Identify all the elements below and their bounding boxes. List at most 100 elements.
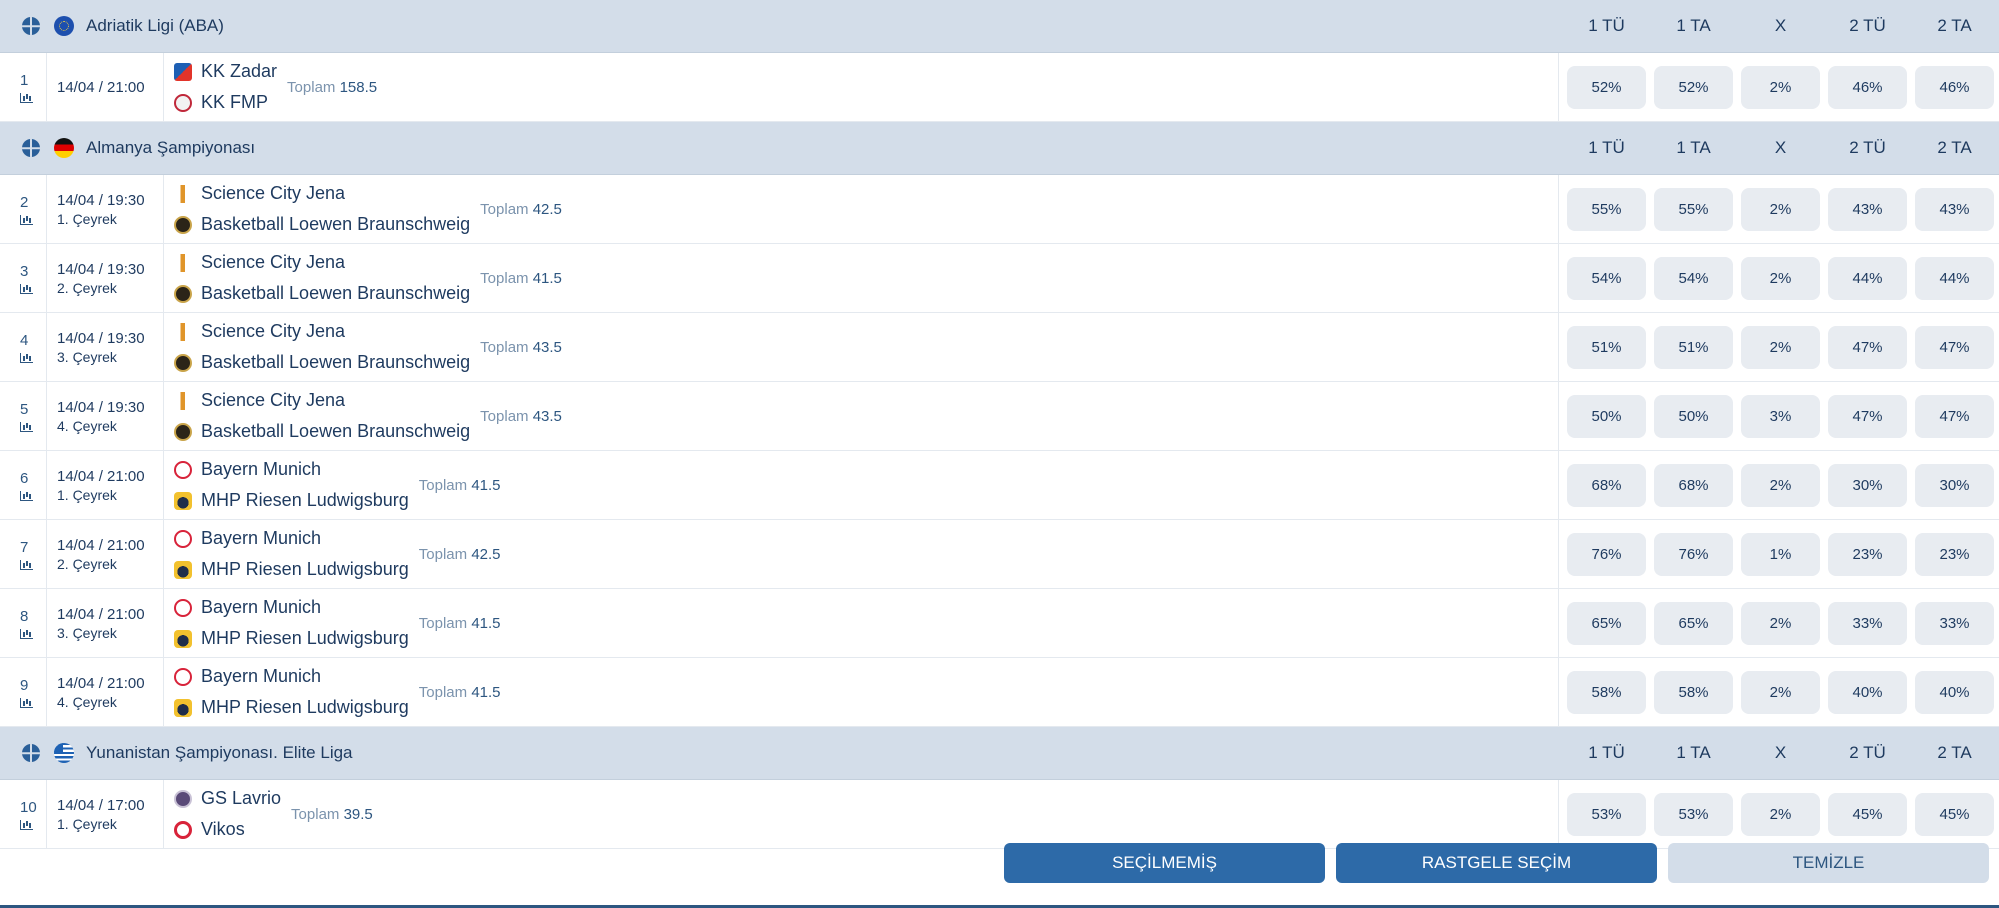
match-period: 3. Çeyrek [57, 624, 117, 641]
odd-button[interactable]: 46% [1828, 65, 1907, 109]
odd-button[interactable]: 50% [1567, 394, 1646, 438]
stats-chart-icon[interactable] [20, 559, 33, 570]
odd-button[interactable]: 55% [1567, 187, 1646, 231]
odd-button[interactable]: 54% [1654, 256, 1733, 300]
odd-button[interactable]: 43% [1828, 187, 1907, 231]
odd-button[interactable]: 51% [1654, 325, 1733, 369]
odd-button[interactable]: 2% [1741, 65, 1820, 109]
odd-button[interactable]: 53% [1567, 792, 1646, 836]
odd-button[interactable]: 52% [1654, 65, 1733, 109]
clear-button[interactable]: TEMİZLE [1668, 843, 1989, 883]
home-team: Science City Jena [201, 252, 346, 272]
home-team: Bayern Munich [201, 528, 322, 548]
column-header: 1 TA [1676, 138, 1711, 157]
column-header: 1 TA [1676, 16, 1711, 35]
odd-button[interactable]: 58% [1567, 670, 1646, 714]
stats-chart-icon[interactable] [20, 697, 33, 708]
odd-button[interactable]: 33% [1828, 601, 1907, 645]
match-row: 6 14/04 / 21:00 1. Çeyrek Bayern Munich M… [0, 451, 1999, 520]
stats-chart-icon[interactable] [20, 352, 33, 363]
odd-button[interactable]: 47% [1828, 325, 1907, 369]
odd-button[interactable]: 2% [1741, 256, 1820, 300]
team-logo-icon [174, 391, 192, 410]
odd-button[interactable]: 1% [1741, 532, 1820, 576]
odd-button[interactable]: 2% [1741, 670, 1820, 714]
odd-button[interactable]: 33% [1915, 601, 1994, 645]
team-logo-icon [174, 284, 192, 303]
odd-button[interactable]: 76% [1654, 532, 1733, 576]
match-row: 10 14/04 / 17:00 1. Çeyrek GS Lavrio Viko… [0, 780, 1999, 849]
odd-button[interactable]: 65% [1567, 601, 1646, 645]
stats-chart-icon[interactable] [20, 628, 33, 639]
match-time: 14/04 / 19:30 [57, 398, 145, 416]
odd-button[interactable]: 47% [1915, 394, 1994, 438]
total-value: 41.5 [532, 269, 562, 287]
odd-button[interactable]: 50% [1654, 394, 1733, 438]
odd-button[interactable]: 3% [1741, 394, 1820, 438]
odd-button[interactable]: 2% [1741, 792, 1820, 836]
odd-button[interactable]: 45% [1915, 792, 1994, 836]
odd-button[interactable]: 68% [1567, 463, 1646, 507]
odd-button[interactable]: 40% [1828, 670, 1907, 714]
stats-chart-icon[interactable] [20, 92, 33, 103]
stats-chart-icon[interactable] [20, 819, 33, 830]
match-time: 14/04 / 21:00 [57, 605, 145, 623]
home-team: Science City Jena [201, 321, 346, 341]
odd-button[interactable]: 43% [1915, 187, 1994, 231]
eu-flag-icon [54, 16, 74, 36]
odd-button[interactable]: 54% [1567, 256, 1646, 300]
match-period: 2. Çeyrek [57, 279, 117, 296]
odd-button[interactable]: 2% [1741, 463, 1820, 507]
match-row: 3 14/04 / 19:30 2. Çeyrek Science City Je… [0, 244, 1999, 313]
odd-button[interactable]: 45% [1828, 792, 1907, 836]
odd-button[interactable]: 2% [1741, 601, 1820, 645]
stats-chart-icon[interactable] [20, 214, 33, 225]
total-line: Toplam 42.5 [419, 546, 501, 563]
odd-button[interactable]: 40% [1915, 670, 1994, 714]
league-header[interactable]: Adriatik Ligi (ABA) 1 TÜ 1 TA X 2 TÜ 2 T… [0, 0, 1999, 53]
odd-button[interactable]: 55% [1654, 187, 1733, 231]
match-number: 8 [20, 607, 29, 625]
total-label: Toplam [418, 683, 468, 701]
odd-button[interactable]: 46% [1915, 65, 1994, 109]
unselected-button[interactable]: SEÇİLMEMİŞ [1004, 843, 1325, 883]
odd-button[interactable]: 51% [1567, 325, 1646, 369]
odd-button[interactable]: 2% [1741, 187, 1820, 231]
total-label: Toplam [418, 614, 468, 632]
odd-button[interactable]: 65% [1654, 601, 1733, 645]
column-header: 1 TÜ [1588, 138, 1625, 157]
greece-flag-icon [54, 743, 74, 763]
match-number: 2 [20, 193, 29, 211]
odd-button[interactable]: 23% [1915, 532, 1994, 576]
odd-button[interactable]: 2% [1741, 325, 1820, 369]
league-header[interactable]: Yunanistan Şampiyonası. Elite Liga 1 TÜ … [0, 727, 1999, 780]
column-header: 2 TÜ [1849, 138, 1886, 157]
odd-button[interactable]: 68% [1654, 463, 1733, 507]
match-number: 7 [20, 538, 29, 556]
random-selection-button[interactable]: RASTGELE SEÇİM [1336, 843, 1657, 883]
match-number: 1 [20, 71, 29, 89]
league-header[interactable]: Almanya Şampiyonası 1 TÜ 1 TA X 2 TÜ 2 T… [0, 122, 1999, 175]
odd-button[interactable]: 76% [1567, 532, 1646, 576]
odd-button[interactable]: 52% [1567, 65, 1646, 109]
total-line: Toplam 43.5 [480, 339, 562, 356]
odd-button[interactable]: 30% [1915, 463, 1994, 507]
coupon-panel: Adriatik Ligi (ABA) 1 TÜ 1 TA X 2 TÜ 2 T… [0, 0, 1999, 908]
odd-button[interactable]: 53% [1654, 792, 1733, 836]
odd-button[interactable]: 47% [1828, 394, 1907, 438]
odd-button[interactable]: 44% [1828, 256, 1907, 300]
stats-chart-icon[interactable] [20, 421, 33, 432]
total-line: Toplam 43.5 [480, 408, 562, 425]
odd-button[interactable]: 58% [1654, 670, 1733, 714]
odd-button[interactable]: 23% [1828, 532, 1907, 576]
total-value: 41.5 [471, 683, 501, 701]
team-logo-icon [174, 560, 192, 579]
stats-chart-icon[interactable] [20, 283, 33, 294]
away-team: MHP Riesen Ludwigsburg [201, 559, 409, 579]
odd-button[interactable]: 47% [1915, 325, 1994, 369]
stats-chart-icon[interactable] [20, 490, 33, 501]
team-logo-icon [174, 491, 192, 510]
odd-button[interactable]: 30% [1828, 463, 1907, 507]
odd-button[interactable]: 44% [1915, 256, 1994, 300]
team-logo-icon [174, 93, 192, 112]
